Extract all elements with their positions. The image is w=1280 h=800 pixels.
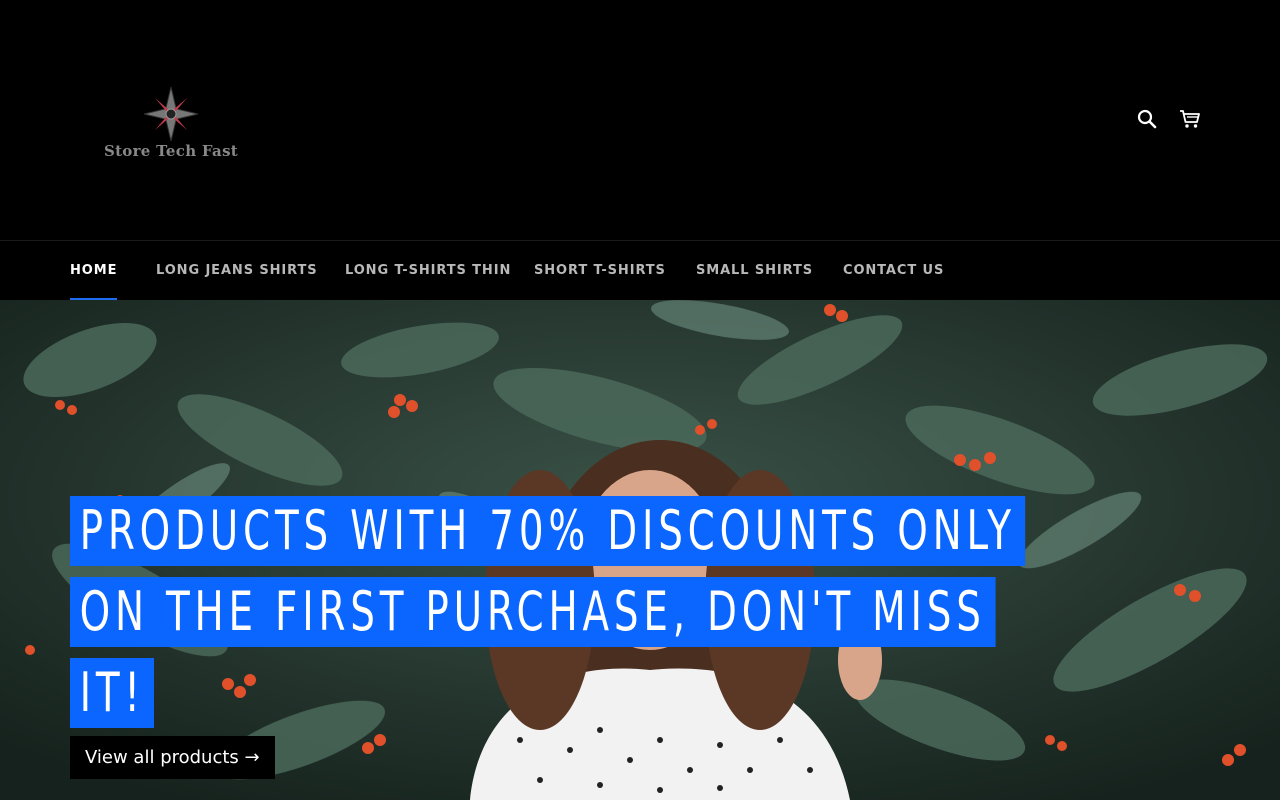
search-icon [1137, 109, 1157, 129]
nav-item-short-t-shirts[interactable]: SHORT T-SHIRTS [534, 241, 666, 301]
store-logo[interactable]: Store Tech Fast [80, 86, 262, 164]
store-logo-text: Store Tech Fast [103, 142, 239, 160]
nav-item-long-jeans-shirts[interactable]: LONG JEANS SHIRTS [156, 241, 318, 301]
hero-headline-line-3: IT! [70, 658, 155, 728]
main-navigation: HOME LONG JEANS SHIRTS LONG T-SHIRTS THI… [0, 240, 1280, 301]
search-button[interactable] [1133, 105, 1161, 133]
site-header: Store Tech Fast [0, 0, 1280, 240]
hero-headline-line-1: PRODUCTS WITH 70% DISCOUNTS ONLY [70, 496, 1026, 566]
hero-headline-line-2: ON THE FIRST PURCHASE, DON'T MISS [70, 577, 996, 647]
nav-item-small-shirts[interactable]: SMALL SHIRTS [696, 241, 813, 301]
cart-button[interactable] [1176, 105, 1204, 133]
nav-item-home[interactable]: HOME [70, 241, 118, 301]
nav-item-contact-us[interactable]: CONTACT US [843, 241, 944, 301]
hero-banner: PRODUCTS WITH 70% DISCOUNTS ONLY ON THE … [0, 300, 1280, 800]
nav-item-long-t-shirts-thin[interactable]: LONG T-SHIRTS THIN [345, 241, 511, 301]
cart-icon [1180, 110, 1200, 128]
view-all-products-button[interactable]: View all products → [70, 736, 275, 779]
hero-headline: PRODUCTS WITH 70% DISCOUNTS ONLY ON THE … [70, 496, 1170, 739]
compass-star-icon [143, 86, 199, 142]
